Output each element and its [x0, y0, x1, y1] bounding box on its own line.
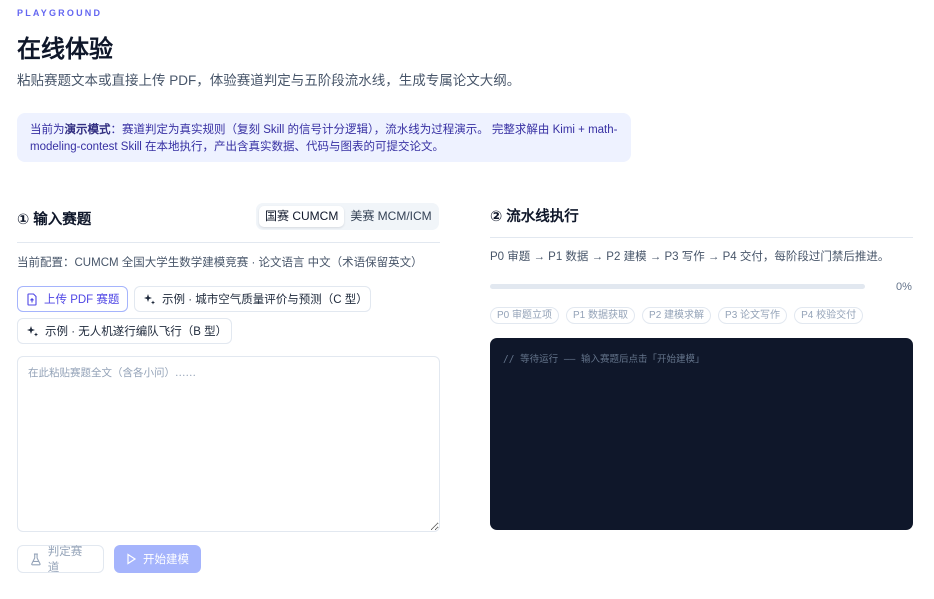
flask-icon [31, 553, 41, 565]
sparkles-icon [27, 325, 38, 336]
play-icon [127, 553, 137, 565]
notice-body: ：赛道判定为真实规则（复刻 Skill 的信号计分逻辑），流水线为过程演示。 完… [30, 124, 618, 153]
eyebrow-label: PLAYGROUND [17, 8, 103, 18]
start-modeling-label: 开始建模 [143, 554, 189, 566]
upload-pdf-button[interactable]: 上传 PDF 赛题 [17, 286, 128, 312]
judge-track-button[interactable]: 判定赛道 [17, 545, 104, 574]
example-air-quality-button[interactable]: 示例 · 城市空气质量评价与预测（C 型） [134, 286, 371, 312]
console-output: // 等待运行 —— 输入赛题后点击「开始建模」 [503, 354, 705, 365]
example-drone-formation-label: 示例 · 无人机遂行编队飞行（B 型） [45, 326, 228, 338]
pipeline-section-title: ② 流水线执行 [490, 209, 579, 225]
stage-badge-p4: P4 校验交付 [794, 307, 864, 324]
stage-badge-p0: P0 审题立项 [490, 307, 560, 324]
upload-pdf-label: 上传 PDF 赛题 [44, 294, 120, 306]
pipeline-console: // 等待运行 —— 输入赛题后点击「开始建模」 [490, 338, 913, 530]
judge-track-label: 判定赛道 [47, 546, 83, 574]
stage-badge-p3: P3 论文写作 [718, 307, 788, 324]
notice-prefix: 当前为 [30, 124, 65, 136]
demo-mode-notice: 当前为演示模式：赛道判定为真实规则（复刻 Skill 的信号计分逻辑），流水线为… [17, 113, 631, 162]
progress-percent: 0% [896, 281, 912, 293]
file-upload-icon [27, 292, 37, 306]
input-section-title: ① 输入赛题 [17, 212, 92, 228]
page-subtitle: 粘贴赛题文本或直接上传 PDF，体验赛道判定与五阶段流水线，生成专属论文大纲。 [17, 73, 521, 88]
pipeline-divider [490, 237, 913, 238]
stage-badge-p1: P1 数据获取 [566, 307, 636, 324]
input-divider [17, 242, 440, 243]
notice-bold: 演示模式 [64, 124, 111, 136]
current-config: 当前配置：CUMCM 全国大学生数学建模竞赛 · 论文语言 中文（术语保留英文） [17, 257, 423, 269]
stage-badge-p2: P2 建模求解 [642, 307, 712, 324]
example-air-quality-label: 示例 · 城市空气质量评价与预测（C 型） [162, 294, 368, 306]
start-modeling-button[interactable]: 开始建模 [114, 545, 201, 573]
page-title: 在线体验 [17, 36, 113, 63]
problem-text-input[interactable] [17, 356, 440, 532]
example-drone-formation-button[interactable]: 示例 · 无人机遂行编队飞行（B 型） [17, 318, 232, 344]
pipeline-flow-description: P0 审题 → P1 数据 → P2 建模 → P3 写作 → P4 交付，每阶… [490, 251, 890, 263]
tab-cumcm[interactable]: 国赛 CUMCM [259, 206, 345, 227]
stage-list: P0 审题立项 P1 数据获取 P2 建模求解 P3 论文写作 P4 校验交付 [490, 307, 864, 324]
pipeline-progress-bar [490, 284, 865, 289]
contest-switch: 国赛 CUMCM 美赛 MCM/ICM [256, 203, 439, 230]
sparkles-icon [144, 293, 155, 304]
tab-mcm-icm[interactable]: 美赛 MCM/ICM [344, 206, 437, 227]
